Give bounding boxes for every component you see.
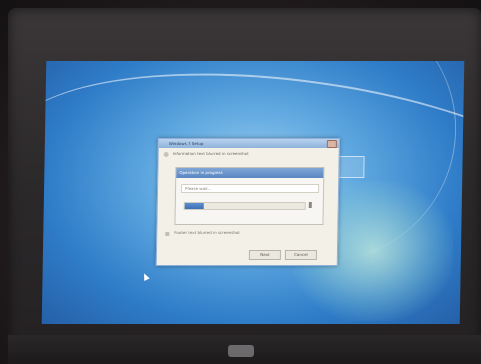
setup-dialog: Windows 7 Setup Information text blurred…	[155, 138, 340, 266]
dialog-footer-text: Footer text blurred in screenshot	[174, 230, 240, 235]
progress-bar	[183, 202, 306, 210]
inner-panel-title: Operation in progress	[179, 170, 223, 175]
close-button[interactable]	[326, 140, 337, 148]
progress-marker	[308, 202, 312, 208]
status-field: Please wait...	[180, 184, 320, 193]
footer-icon	[165, 232, 170, 236]
dialog-title: Windows 7 Setup	[168, 141, 204, 146]
mouse-cursor-icon	[141, 272, 150, 281]
dialog-info-text: Information text blurred in screenshot	[172, 151, 249, 156]
progress-fill	[184, 203, 205, 209]
status-field-text: Please wait...	[185, 186, 212, 191]
monitor-logo-icon	[228, 345, 254, 357]
desktop-screen: Windows 7 Setup Information text blurred…	[41, 61, 465, 324]
cancel-button[interactable]: Cancel	[284, 250, 317, 260]
inner-panel-header: Operation in progress	[176, 168, 324, 178]
inner-panel: Operation in progress Please wait...	[174, 167, 325, 225]
next-button[interactable]: Next	[248, 250, 281, 260]
dialog-titlebar[interactable]: Windows 7 Setup	[158, 139, 339, 148]
wallpaper-glow	[291, 181, 455, 321]
info-icon	[163, 152, 169, 157]
background-window[interactable]	[338, 156, 365, 178]
